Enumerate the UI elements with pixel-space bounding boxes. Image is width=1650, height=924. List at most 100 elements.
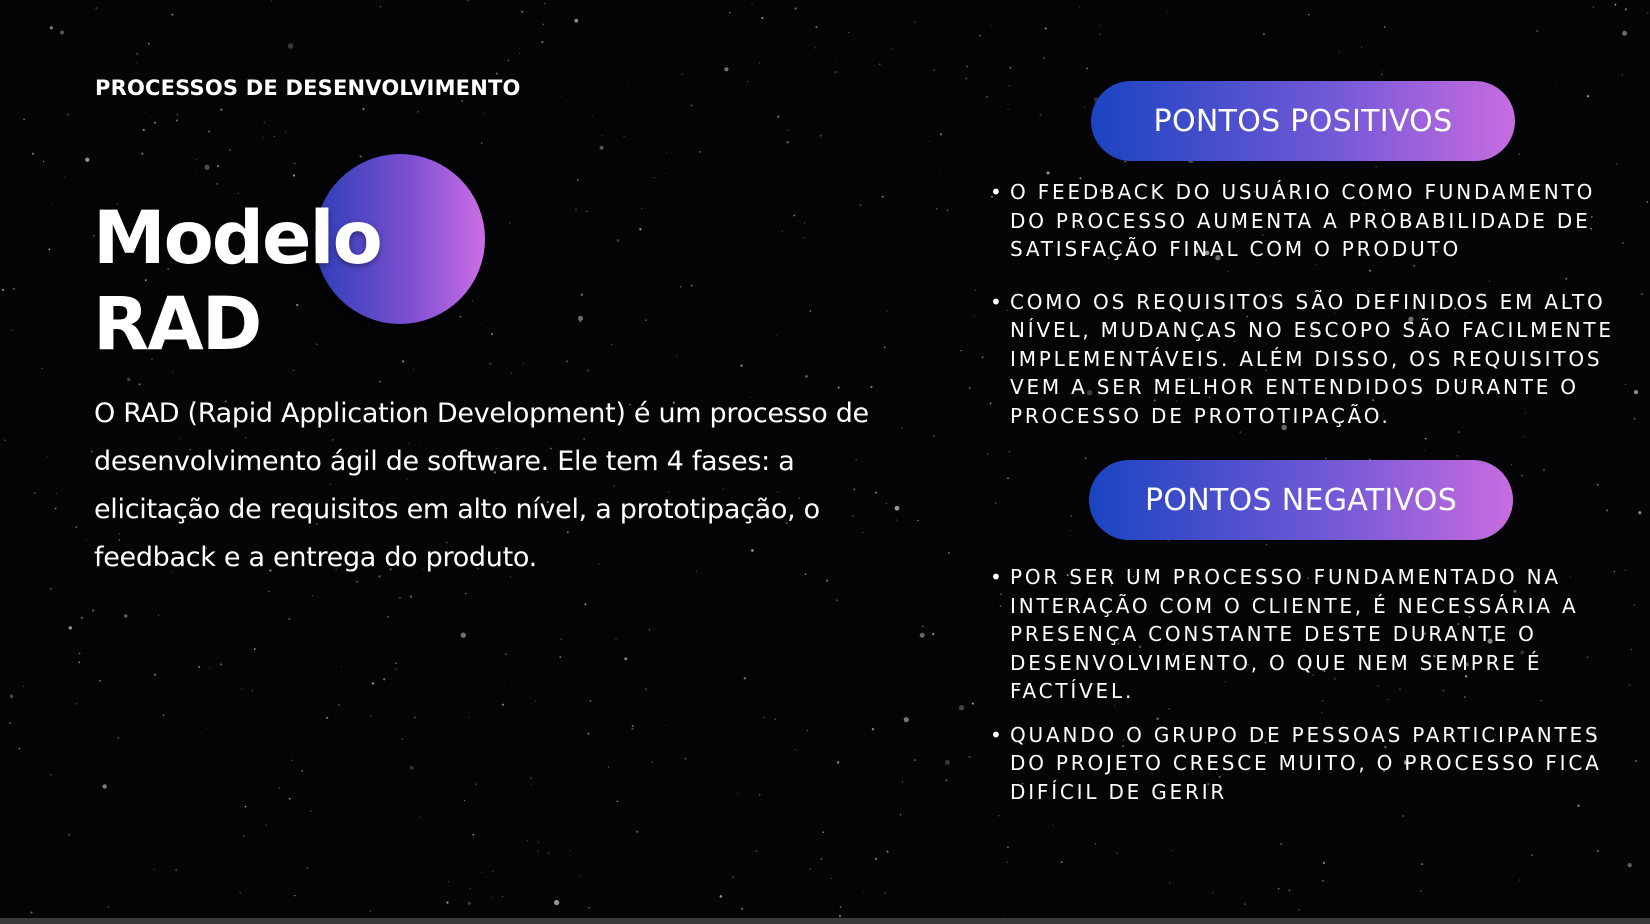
star-dot [859, 204, 862, 207]
star-dot [338, 704, 340, 706]
star-dot [834, 71, 837, 73]
star-dot [262, 136, 264, 139]
star-dot [998, 815, 1000, 817]
star-dot [1520, 474, 1523, 477]
star-dot [839, 906, 842, 908]
star-dot [1086, 67, 1088, 70]
star-dot [862, 892, 864, 894]
star-dot [900, 427, 903, 429]
star-dot [176, 113, 179, 116]
star-dot [481, 322, 483, 324]
star-dot [398, 596, 402, 599]
star-dot [301, 47, 303, 49]
star-dot [1322, 861, 1326, 865]
star-dot [579, 875, 581, 877]
star-dot [1046, 171, 1050, 175]
star-dot [33, 492, 36, 495]
star-dot [1615, 163, 1618, 165]
star-dot [394, 668, 397, 670]
star-dot [636, 830, 639, 833]
star-dot [973, 316, 975, 318]
star-dot [175, 869, 177, 871]
star-dot [814, 47, 816, 49]
star-dot [127, 377, 131, 382]
star-dot [576, 179, 579, 181]
negatives-heading-pill: PONTOS NEGATIVOS [1089, 460, 1513, 540]
star-dot [244, 805, 247, 808]
star-dot [560, 638, 563, 641]
star-dot [559, 656, 562, 658]
star-dot [480, 142, 483, 144]
star-dot [1084, 106, 1086, 108]
star-dot [1518, 153, 1520, 155]
star-dot [467, 901, 471, 905]
star-dot [117, 736, 120, 739]
star-dot [537, 841, 540, 844]
star-dot [51, 204, 53, 206]
star-dot [681, 73, 684, 75]
star-dot [220, 108, 223, 111]
star-dot [49, 26, 54, 30]
star-dot [914, 21, 916, 23]
star-dot [881, 195, 884, 198]
star-dot [507, 59, 510, 62]
star-dot [541, 40, 544, 44]
star-dot [141, 152, 144, 155]
star-dot [809, 310, 812, 312]
star-dot [981, 368, 983, 370]
positives-heading-pill: PONTOS POSITIVOS [1091, 81, 1515, 161]
star-dot [1624, 569, 1627, 572]
star-dot [830, 877, 832, 880]
star-dot [933, 435, 935, 437]
star-dot [720, 160, 722, 162]
star-dot [369, 910, 372, 912]
star-dot [471, 300, 473, 302]
star-dot [85, 157, 90, 162]
star-dot [67, 833, 71, 837]
star-dot [107, 906, 109, 908]
star-dot [968, 387, 971, 390]
star-dot [1456, 455, 1459, 457]
star-dot [172, 370, 174, 373]
star-dot [883, 346, 886, 348]
star-dot [746, 81, 749, 83]
star-dot [409, 765, 414, 770]
star-dot [1542, 468, 1546, 472]
star-dot [870, 385, 873, 389]
star-dot [9, 722, 11, 724]
star-dot [448, 881, 450, 883]
star-dot [536, 850, 539, 853]
star-dot [198, 665, 201, 669]
star-dot [985, 95, 989, 98]
star-dot [230, 689, 231, 691]
star-dot [981, 356, 984, 359]
star-dot [580, 293, 584, 296]
star-dot [291, 759, 293, 761]
star-dot [378, 761, 380, 763]
star-dot [570, 850, 572, 852]
star-dot [1536, 29, 1539, 33]
star-dot [838, 914, 842, 917]
star-dot [22, 685, 24, 687]
star-dot [794, 749, 796, 750]
star-dot [836, 761, 840, 764]
star-dot [271, 0, 273, 2]
star-dot [208, 130, 210, 133]
star-dot [239, 891, 242, 894]
star-dot [719, 895, 723, 898]
star-dot [933, 69, 935, 71]
star-dot [1100, 25, 1102, 26]
star-dot [418, 816, 421, 818]
star-dot [944, 759, 950, 765]
star-dot [1519, 507, 1521, 509]
star-dot [901, 781, 904, 783]
star-dot [9, 694, 14, 699]
star-dot [153, 673, 157, 676]
star-dot [979, 34, 981, 37]
star-dot [174, 890, 176, 892]
star-dot [1008, 84, 1011, 87]
star-dot [899, 814, 902, 816]
star-dot [741, 907, 743, 910]
star-dot [751, 3, 753, 6]
star-dot [1003, 915, 1005, 917]
